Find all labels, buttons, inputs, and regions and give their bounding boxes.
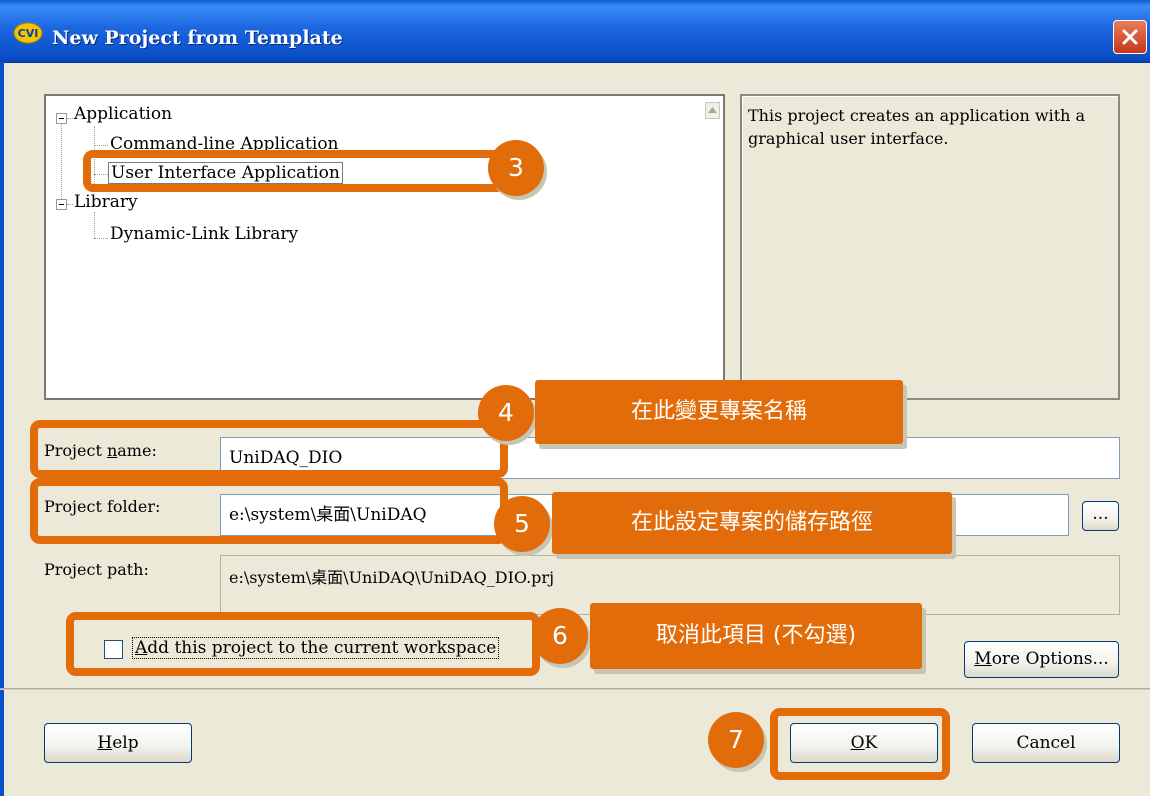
tree-line	[67, 118, 73, 119]
cvi-app-icon: CVI	[13, 22, 43, 44]
tree-line	[94, 145, 108, 146]
step-badge-7: 7	[708, 712, 764, 768]
template-description: This project creates an application with…	[740, 94, 1120, 400]
step-badge-5: 5	[494, 496, 550, 552]
browse-button[interactable]: ...	[1082, 501, 1119, 531]
arrow-up-icon	[708, 107, 717, 113]
scrollbar-up-button[interactable]	[705, 102, 720, 119]
new-project-dialog: CVI New Project from Template Applicatio…	[0, 0, 1150, 796]
tree-line	[94, 238, 108, 239]
template-tree[interactable]: Application Command-line Application Use…	[44, 94, 725, 400]
highlight-step5	[30, 478, 508, 544]
title-bar[interactable]: CVI New Project from Template	[0, 0, 1150, 63]
more-options-button[interactable]: More Options...	[964, 641, 1119, 678]
highlight-step7	[770, 708, 950, 780]
window-frame	[0, 62, 4, 796]
tree-line	[67, 204, 73, 205]
highlight-step6	[66, 612, 540, 676]
step4-callout: 在此變更專案名稱	[535, 380, 903, 444]
step-badge-3: 3	[488, 140, 544, 196]
window-title: New Project from Template	[52, 27, 343, 49]
collapse-icon[interactable]	[56, 199, 67, 210]
svg-text:CVI: CVI	[18, 27, 39, 40]
cancel-button[interactable]: Cancel	[972, 723, 1120, 763]
step-badge-6: 6	[532, 608, 588, 664]
tree-item-application[interactable]: Application	[74, 104, 172, 124]
close-icon	[1122, 29, 1138, 45]
close-button[interactable]	[1113, 20, 1147, 54]
help-button[interactable]: Help	[44, 723, 192, 763]
tree-line	[94, 212, 95, 238]
highlight-step4	[30, 420, 508, 478]
project-path-label: Project path:	[44, 560, 149, 579]
step5-callout: 在此設定專案的儲存路徑	[552, 492, 952, 554]
tree-line	[61, 124, 62, 199]
collapse-icon[interactable]	[56, 113, 67, 124]
highlight-step3	[83, 150, 533, 192]
step-badge-4: 4	[478, 385, 534, 441]
tree-item-dynamic-link-library[interactable]: Dynamic-Link Library	[110, 224, 298, 244]
step6-callout: 取消此項目 (不勾選)	[590, 603, 922, 669]
separator	[0, 688, 1150, 690]
tree-item-library[interactable]: Library	[74, 192, 138, 212]
